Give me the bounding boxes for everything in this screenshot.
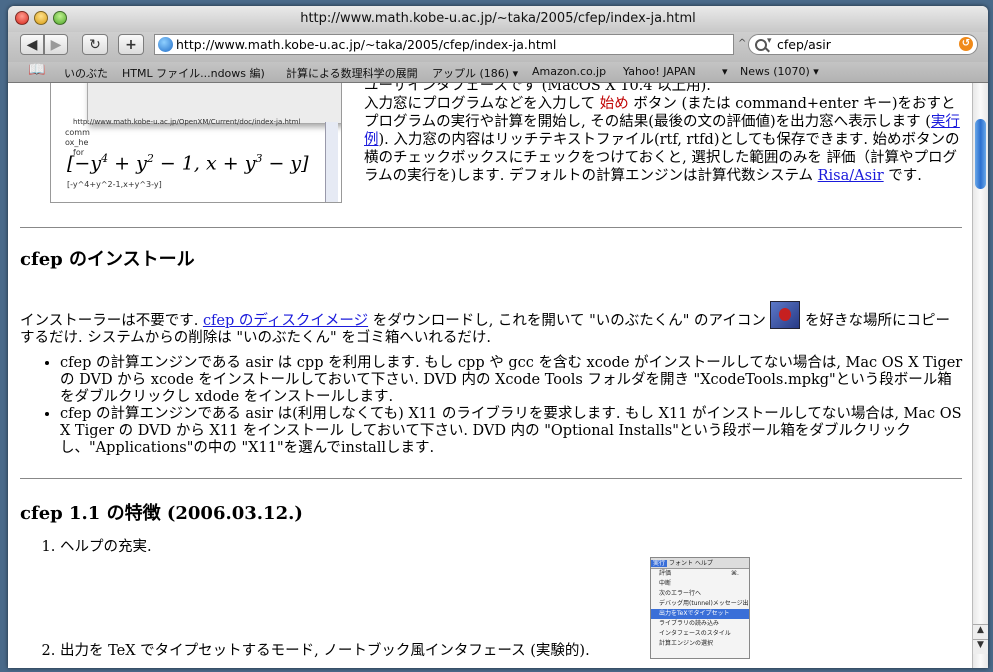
features-heading: cfep 1.1 の特徴 (2006.03.12.)	[20, 503, 303, 524]
start-word: 始め	[599, 96, 629, 112]
back-arrow-icon: ◀	[26, 37, 38, 53]
features-list-1: ヘルプの充実.	[20, 539, 964, 556]
scroll-up-arrow-icon[interactable]: ▲	[973, 624, 988, 639]
formula-source: [-y^4+y^2-1,x+y^3-y]	[67, 180, 162, 189]
toolbar: ◀ ▶ ↻ + http://www.math.kobe-u.ac.jp/~ta…	[8, 32, 988, 62]
inobuta-app-icon	[770, 301, 801, 329]
address-bar[interactable]: http://www.math.kobe-u.ac.jp/~taka/2005/…	[154, 34, 734, 55]
intro-line: ユーザインタフェースです (MacOS X 10.4 以上用).	[364, 83, 711, 94]
install-paragraph: インストーラーは不要です. cfep のディスクイメージ をダウンロードし, こ…	[20, 301, 964, 347]
reload-icon: ↻	[89, 37, 101, 53]
menu-item: 中断	[659, 580, 672, 587]
scroll-thumb[interactable]	[975, 119, 986, 189]
reload-button[interactable]: ↻	[82, 34, 108, 55]
screenshot-scrollbar	[325, 122, 338, 202]
list-item: ヘルプの充実.	[60, 539, 964, 556]
menu-item: 評価 ⌘.	[659, 570, 739, 577]
screenshot-fragment: comm	[65, 128, 90, 137]
list-item: 出力を TeX でタイプセットするモード, ノートブック風インタフェース (実験…	[60, 643, 964, 660]
intro-paragraph: 入力窓にプログラムなどを入力して 始め ボタン (または command+ent…	[364, 96, 960, 184]
title-bar[interactable]: http://www.math.kobe-u.ac.jp/~taka/2005/…	[8, 6, 988, 32]
address-text: http://www.math.kobe-u.ac.jp/~taka/2005/…	[176, 37, 557, 52]
screenshot-fragment: ox_he	[65, 138, 89, 147]
book-icon[interactable]: 📖	[28, 62, 45, 78]
bookmarks-bar: 📖 いのぶた HTML ファイル...ndows 編) 計算による数理科学の展開…	[8, 62, 988, 83]
menu-item: デバッグ用(tunnel)メッセージ出力	[659, 600, 750, 607]
menu-item: インタフェースのスタイル	[659, 630, 731, 637]
menu-item: ライブラリの読み込み	[659, 620, 720, 627]
list-item: cfep の計算エンジンである asir は(利用しなくても) X11 のライブ…	[60, 406, 964, 457]
divider	[20, 478, 962, 479]
window-title: http://www.math.kobe-u.ac.jp/~taka/2005/…	[300, 11, 696, 26]
snapback-search-icon[interactable]: ↺	[959, 37, 973, 51]
screenshot-fragment: http://www.math.kobe-u.ac.jp/OpenXM/Curr…	[73, 118, 301, 126]
menu-item: 出力をTeXでタイプセット	[651, 609, 749, 619]
bookmark-folder-chevron[interactable]: ▾	[722, 65, 728, 78]
menu-item: 次のエラー行へ	[659, 590, 702, 597]
bookmark-item[interactable]: 計算による数理科学の展開	[286, 65, 418, 81]
formula-output: [−y4 + y2 − 1, x + y3 − y]	[67, 152, 309, 175]
snapback-icon[interactable]: ^	[738, 38, 746, 49]
list-item: cfep の計算エンジンである asir は cpp を利用します. もし cp…	[60, 355, 964, 406]
search-icon	[755, 39, 767, 51]
globe-icon	[158, 37, 173, 52]
bookmark-item[interactable]: HTML ファイル...ndows 編)	[122, 65, 265, 81]
plus-icon: +	[125, 37, 137, 53]
scroll-down-arrow-icon[interactable]: ▼	[973, 639, 988, 654]
search-field[interactable]: ▾ cfep/asir ↺	[748, 34, 978, 55]
bookmark-item[interactable]: Yahoo! JAPAN	[623, 65, 696, 78]
intro-description: ユーザインタフェースです (MacOS X 10.4 以上用). 入力窓にプログ…	[364, 83, 964, 185]
bookmark-item[interactable]: News (1070) ▾	[740, 65, 819, 78]
search-input[interactable]: cfep/asir	[777, 37, 831, 52]
menu-bar: 実行 フォント ヘルプ	[651, 558, 749, 569]
install-heading: cfep のインストール	[20, 249, 195, 270]
bookmark-item[interactable]: いのぶた	[64, 65, 108, 81]
features-list-2: 出力を TeX でタイプセットするモード, ノートブック風インタフェース (実験…	[20, 643, 964, 660]
back-button[interactable]: ◀	[20, 34, 44, 55]
forward-arrow-icon: ▶	[50, 37, 62, 53]
forward-button[interactable]: ▶	[44, 34, 68, 55]
app-screenshot-image: comm ox_he for http://www.math.kobe-u.ac…	[50, 83, 342, 203]
install-requirements-list: cfep の計算エンジンである asir は cpp を利用します. もし cp…	[20, 355, 964, 457]
divider	[20, 227, 962, 228]
bookmark-item[interactable]: Amazon.co.jp	[532, 65, 606, 78]
vertical-scrollbar[interactable]: ▲ ▼	[972, 83, 988, 668]
disk-image-link[interactable]: cfep のディスクイメージ	[203, 313, 368, 329]
bookmark-item[interactable]: アップル (186) ▾	[432, 65, 518, 81]
browser-window: http://www.math.kobe-u.ac.jp/~taka/2005/…	[8, 6, 988, 668]
page-content: comm ox_he for http://www.math.kobe-u.ac…	[8, 83, 972, 668]
risa-asir-link[interactable]: Risa/Asir	[818, 168, 884, 184]
chevron-down-icon[interactable]: ▾	[767, 36, 772, 46]
add-bookmark-button[interactable]: +	[118, 34, 144, 55]
